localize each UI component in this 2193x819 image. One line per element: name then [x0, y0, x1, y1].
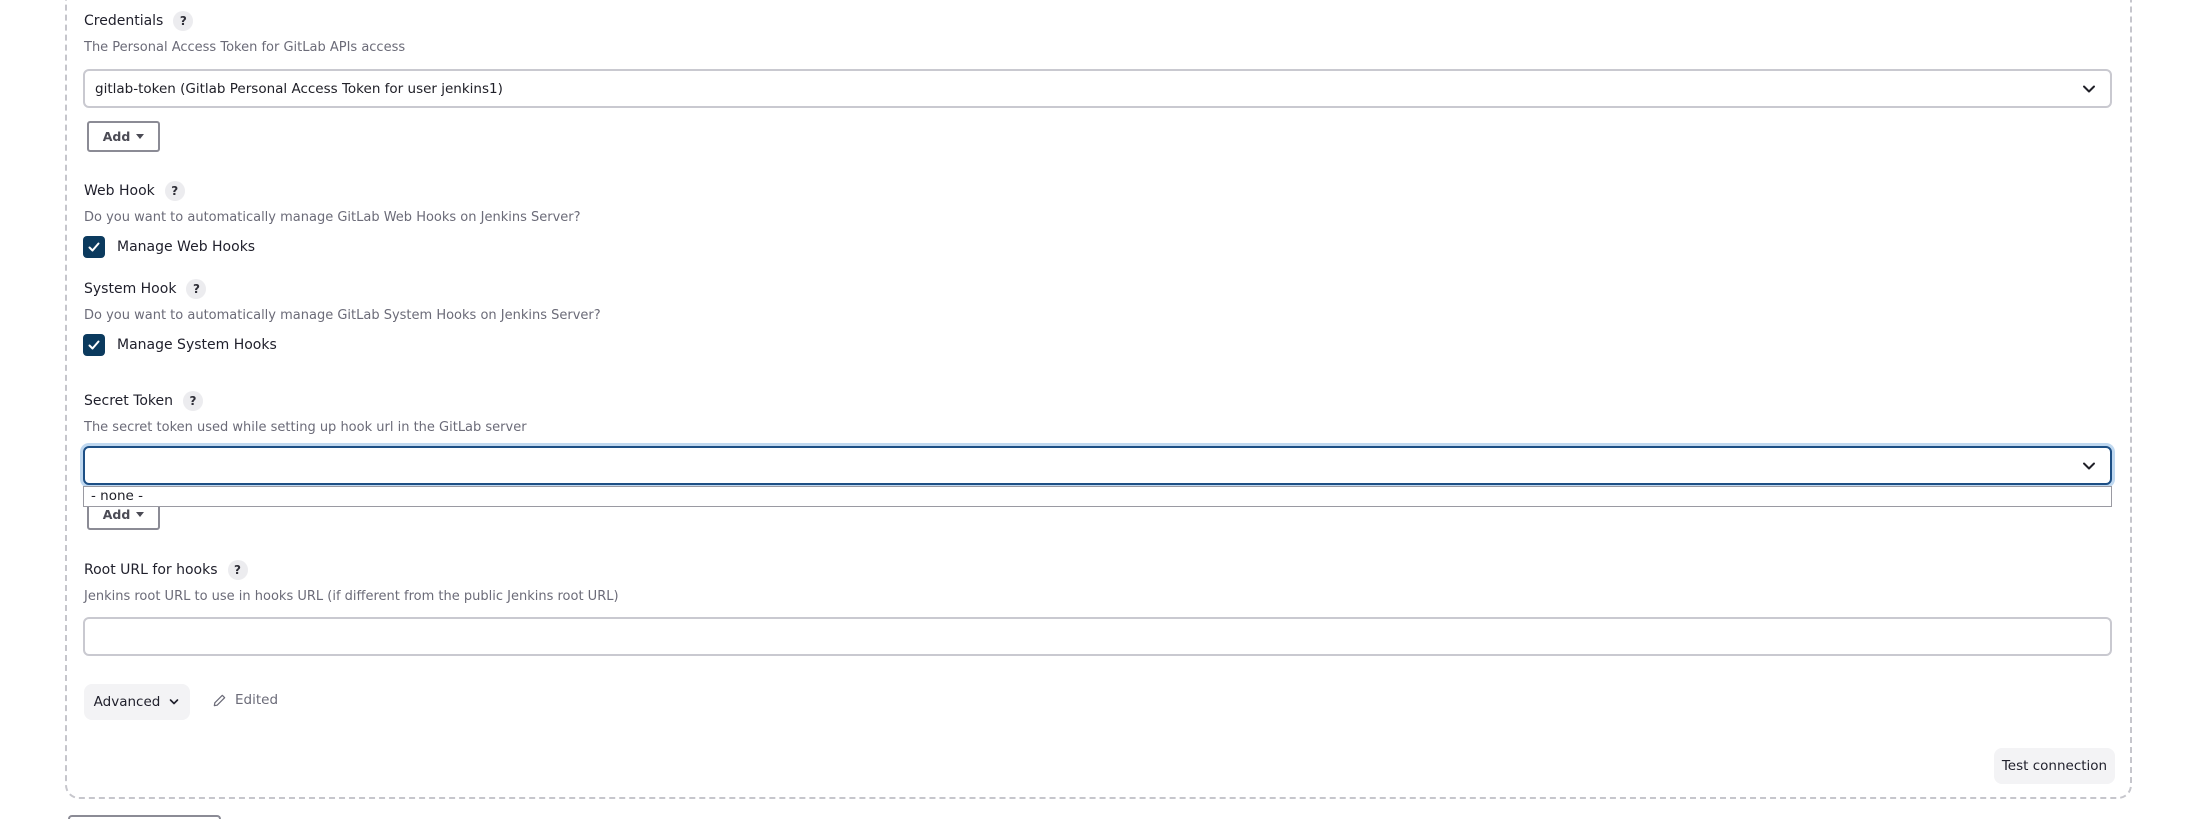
chevron-down-icon — [2083, 462, 2095, 470]
dropdown-option-none[interactable]: - none - — [91, 488, 2104, 504]
secret-token-dropdown-list: - none - — [83, 486, 2112, 507]
edited-indicator: Edited — [212, 692, 278, 708]
manage-web-hooks-label[interactable]: Manage Web Hooks — [117, 239, 255, 255]
manage-system-hooks-label[interactable]: Manage System Hooks — [117, 337, 277, 353]
checkmark-icon — [88, 242, 100, 252]
page: Credentials ? The Personal Access Token … — [0, 0, 2193, 819]
credentials-label: Credentials ? — [84, 11, 194, 31]
secret-token-help-icon[interactable]: ? — [183, 391, 204, 411]
credentials-add-button[interactable]: Add — [87, 121, 160, 152]
system-hook-help-icon[interactable]: ? — [186, 279, 207, 299]
caret-down-icon — [136, 134, 145, 139]
root-url-input[interactable] — [83, 617, 2112, 656]
system-hook-label: System Hook ? — [84, 279, 207, 299]
advanced-button[interactable]: Advanced — [84, 684, 190, 720]
web-hook-help-icon[interactable]: ? — [164, 181, 185, 201]
credentials-select[interactable]: gitlab-token (Gitlab Personal Access Tok… — [83, 69, 2112, 108]
manage-web-hooks-option: Manage Web Hooks — [83, 236, 255, 258]
manage-system-hooks-checkbox[interactable] — [83, 334, 105, 356]
root-url-description: Jenkins root URL to use in hooks URL (if… — [84, 589, 619, 604]
secret-token-select[interactable] — [83, 446, 2112, 485]
web-hook-label: Web Hook ? — [84, 181, 185, 201]
checkmark-icon — [88, 340, 100, 350]
root-url-label: Root URL for hooks ? — [84, 560, 248, 580]
credentials-selected-value: gitlab-token (Gitlab Personal Access Tok… — [95, 80, 503, 97]
manage-web-hooks-checkbox[interactable] — [83, 236, 105, 258]
system-hook-description: Do you want to automatically manage GitL… — [84, 308, 601, 323]
secret-token-label: Secret Token ? — [84, 391, 204, 411]
manage-system-hooks-option: Manage System Hooks — [83, 334, 277, 356]
gitlab-server-panel — [65, 0, 2132, 799]
credentials-help-icon[interactable]: ? — [173, 11, 194, 31]
credentials-description: The Personal Access Token for GitLab API… — [84, 40, 406, 55]
test-connection-button[interactable]: Test connection — [1994, 748, 2115, 784]
chevron-down-icon — [2083, 85, 2095, 93]
caret-down-icon — [136, 512, 145, 517]
web-hook-description: Do you want to automatically manage GitL… — [84, 210, 581, 225]
next-button-partial[interactable] — [68, 815, 221, 819]
secret-token-description: The secret token used while setting up h… — [84, 420, 527, 435]
pencil-icon — [213, 694, 226, 706]
chevron-down-icon — [170, 699, 179, 705]
root-url-help-icon[interactable]: ? — [227, 560, 248, 580]
